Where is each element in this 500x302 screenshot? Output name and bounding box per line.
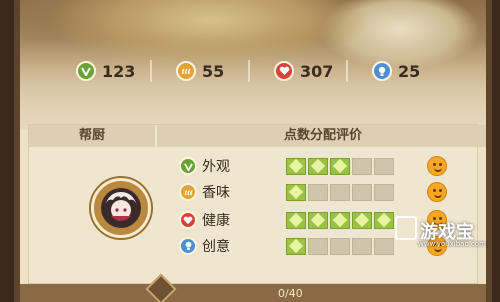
divider xyxy=(150,60,152,82)
stat-summary: 123 55 307 25 xyxy=(20,56,486,86)
stat-health-value: 307 xyxy=(300,61,334,81)
point-cell-empty[interactable] xyxy=(308,183,328,201)
point-cell-empty[interactable] xyxy=(308,237,328,255)
attribute-row-health: 健康 xyxy=(179,209,394,231)
appearance-icon xyxy=(76,61,96,81)
point-cell-empty[interactable] xyxy=(352,183,372,201)
point-cell-filled[interactable] xyxy=(286,211,306,229)
stat-aroma: 55 xyxy=(176,56,224,86)
attribute-label: 创意 xyxy=(202,239,230,255)
bottom-bar: 0/40 xyxy=(20,273,486,302)
point-cell-empty[interactable] xyxy=(352,157,372,175)
point-cell-filled[interactable] xyxy=(330,211,350,229)
point-cell-empty[interactable] xyxy=(352,237,372,255)
appearance-icon xyxy=(179,157,197,175)
point-cell-filled[interactable] xyxy=(286,237,306,255)
point-bar[interactable] xyxy=(286,183,394,201)
aroma-icon xyxy=(176,61,196,81)
smile-rating-icon xyxy=(427,182,447,202)
attribute-row-appearance: 外观 xyxy=(179,155,394,177)
stat-aroma-value: 55 xyxy=(202,61,225,81)
stat-creativity-value: 25 xyxy=(398,61,421,81)
creativity-icon xyxy=(372,61,392,81)
point-cell-empty[interactable] xyxy=(330,183,350,201)
point-cell-filled[interactable] xyxy=(286,157,306,175)
attribute-row-aroma: 香味 xyxy=(179,181,394,203)
point-cell-filled[interactable] xyxy=(352,211,372,229)
point-cell-empty[interactable] xyxy=(374,183,394,201)
point-cell-filled[interactable] xyxy=(308,157,328,175)
helper-header: 帮厨 xyxy=(29,125,155,147)
point-bar[interactable] xyxy=(286,237,394,255)
point-cell-empty[interactable] xyxy=(374,157,394,175)
stat-appearance: 123 xyxy=(76,56,135,86)
health-icon xyxy=(179,211,197,229)
aroma-icon xyxy=(179,183,197,201)
attribute-row-creativity: 创意 xyxy=(179,235,394,257)
point-cell-empty[interactable] xyxy=(330,237,350,255)
stat-health: 307 xyxy=(274,56,333,86)
watermark-logo-icon xyxy=(395,216,417,240)
score-header: 点数分配评价 xyxy=(157,125,486,147)
point-cell-filled[interactable] xyxy=(286,183,306,201)
point-bar[interactable] xyxy=(286,211,394,229)
watermark-url: www.youxibao.com xyxy=(418,240,486,248)
stat-appearance-value: 123 xyxy=(102,61,136,81)
allocation-section: 帮厨 点数分配评价 外观 香味 健康 创意 xyxy=(28,124,486,284)
point-cell-filled[interactable] xyxy=(330,157,350,175)
divider xyxy=(248,60,250,82)
point-bar[interactable] xyxy=(286,157,394,175)
point-cell-empty[interactable] xyxy=(374,237,394,255)
smile-rating-icon xyxy=(427,156,447,176)
divider xyxy=(346,60,348,82)
helper-avatar[interactable] xyxy=(91,178,151,238)
recipe-panel: 123 55 307 25 帮厨 点数分配评价 外观 香味 健康 创意 0/40 xyxy=(14,0,492,302)
creativity-icon xyxy=(179,237,197,255)
points-progress: 0/40 xyxy=(278,287,303,300)
attribute-label: 外观 xyxy=(202,159,230,175)
attribute-label: 香味 xyxy=(202,185,230,201)
point-cell-filled[interactable] xyxy=(374,211,394,229)
attribute-label: 健康 xyxy=(202,213,230,229)
point-cell-filled[interactable] xyxy=(308,211,328,229)
health-icon xyxy=(274,61,294,81)
stat-creativity: 25 xyxy=(372,56,420,86)
